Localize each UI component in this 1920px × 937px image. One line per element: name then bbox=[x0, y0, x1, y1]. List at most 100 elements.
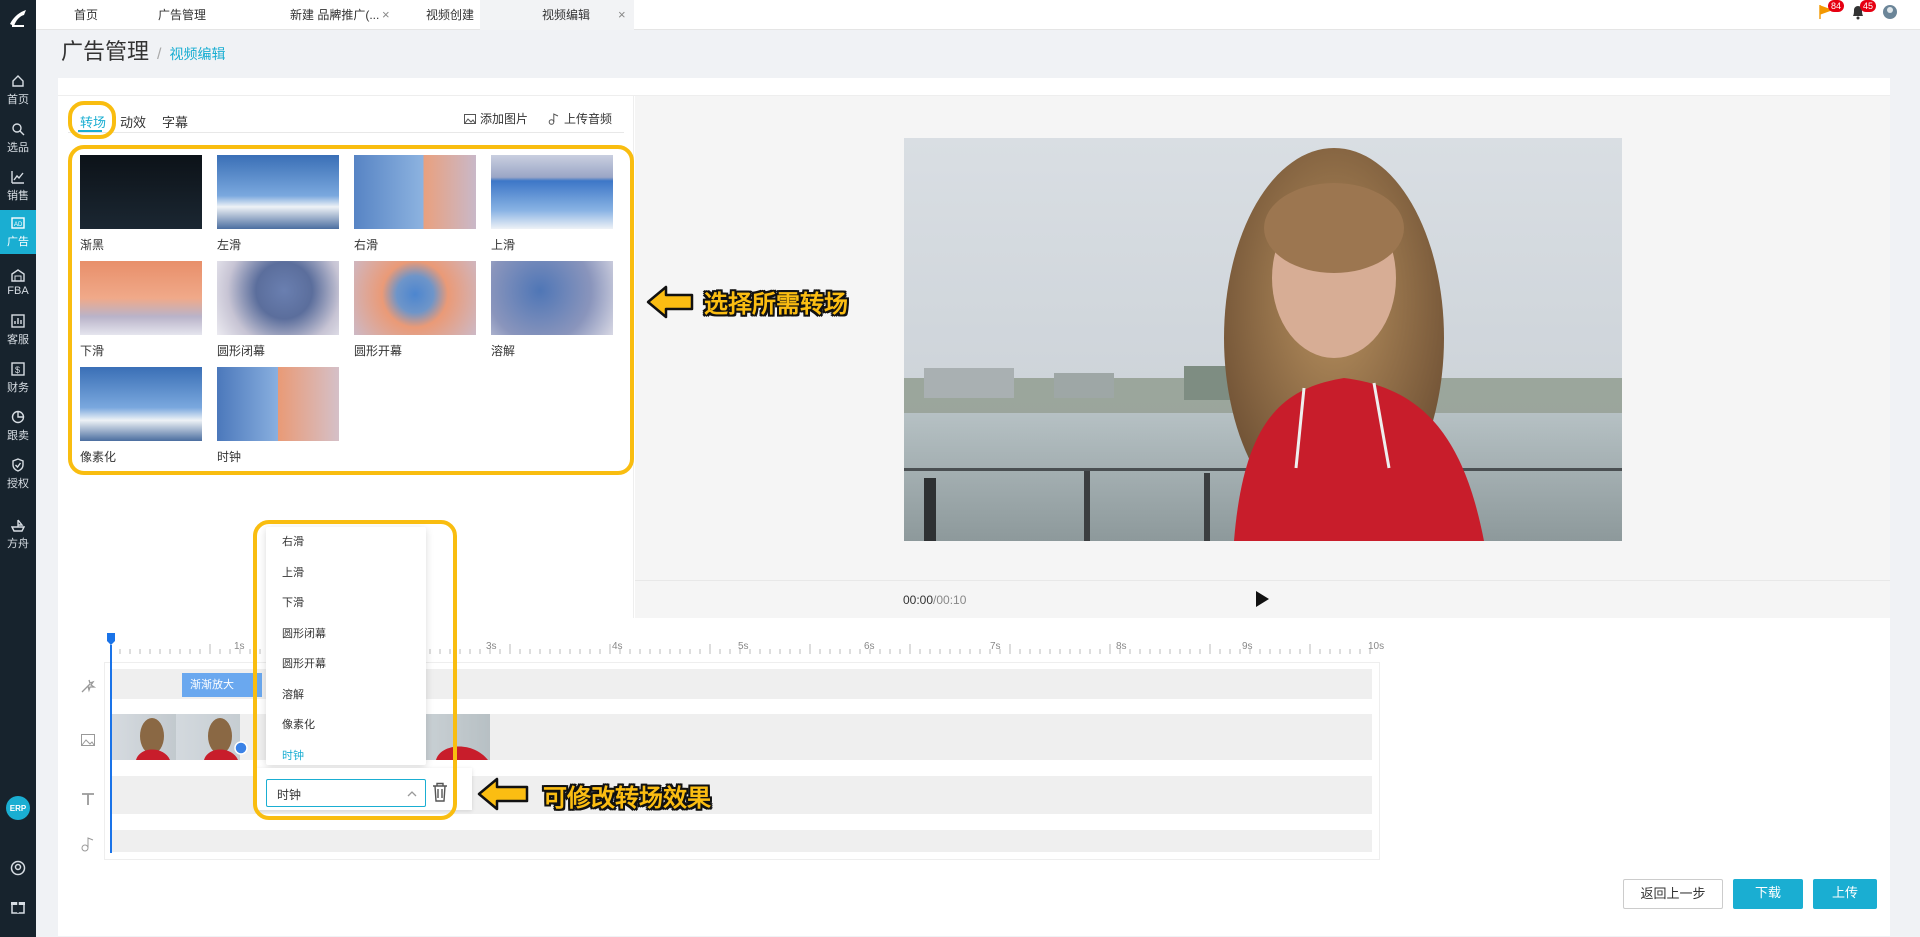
breadcrumb: 广告管理 / 视频编辑 bbox=[61, 34, 225, 66]
transition-marker-icon[interactable] bbox=[234, 741, 248, 755]
sidebar-item-label: 授权 bbox=[7, 477, 29, 490]
pie-icon bbox=[11, 410, 25, 423]
sidebar-item-selection[interactable]: 选品 bbox=[0, 116, 36, 160]
tab-video-edit[interactable]: 视频编辑 × bbox=[480, 0, 634, 30]
chart-icon bbox=[11, 170, 24, 184]
stats-icon bbox=[11, 313, 25, 328]
add-image-label: 添加图片 bbox=[480, 112, 529, 126]
erp-badge[interactable]: ERP bbox=[6, 796, 30, 820]
highlight-dropdown bbox=[253, 520, 457, 820]
image-icon bbox=[464, 113, 476, 124]
sidebar-item-label: 财务 bbox=[7, 381, 29, 394]
upload-audio-label: 上传音频 bbox=[564, 112, 613, 126]
play-icon[interactable] bbox=[1254, 590, 1270, 608]
search-icon bbox=[12, 122, 25, 135]
shield-icon bbox=[12, 457, 24, 472]
highlight-transitions bbox=[68, 145, 634, 475]
tab-label: 视频创建 bbox=[426, 8, 475, 22]
close-icon[interactable]: × bbox=[618, 0, 626, 30]
ruler-tick-label: 6s bbox=[864, 641, 875, 652]
sidebar-item-follow[interactable]: 跟卖 bbox=[0, 404, 36, 448]
account-icon[interactable] bbox=[10, 860, 26, 876]
music-icon bbox=[548, 112, 559, 125]
add-image-button[interactable]: 添加图片 bbox=[464, 110, 528, 127]
svg-text:AD: AD bbox=[14, 222, 23, 228]
sidebar-item-label: 跟卖 bbox=[7, 429, 29, 442]
sidebar-item-label: 方舟 bbox=[7, 537, 29, 550]
svg-text:$: $ bbox=[15, 365, 20, 375]
video-frame-image bbox=[904, 138, 1622, 541]
effect-clip[interactable]: 渐渐放大 bbox=[182, 673, 262, 697]
audio-track-icon bbox=[81, 837, 94, 852]
current-time: 00:00 bbox=[903, 593, 934, 607]
ruler-tick-label: 7s bbox=[990, 641, 1001, 652]
clip-thumbnail bbox=[204, 718, 238, 760]
sidebar-item-finance[interactable]: $ 财务 bbox=[0, 356, 36, 400]
sidebar: 首页 选品 销售 AD 广告 FBA 客服 $ 财务 跟卖 授权 方舟 ERP bbox=[0, 0, 36, 937]
ruler-tick-label: 1s bbox=[234, 641, 245, 652]
download-button[interactable]: 下载 bbox=[1733, 879, 1803, 909]
back-button[interactable]: 返回上一步 bbox=[1623, 879, 1723, 909]
total-time: /00:10 bbox=[933, 593, 967, 607]
warehouse-icon bbox=[11, 268, 25, 282]
gift-icon[interactable] bbox=[10, 898, 26, 914]
sidebar-item-label: 选品 bbox=[7, 141, 29, 154]
effect-clip-label: 渐渐放大 bbox=[190, 679, 234, 691]
sidebar-item-ads[interactable]: AD 广告 bbox=[0, 210, 36, 254]
sidebar-item-label: 首页 bbox=[7, 93, 29, 106]
image-clip[interactable] bbox=[176, 714, 240, 760]
flag-notification[interactable]: 84 bbox=[1818, 0, 1845, 22]
sidebar-item-home[interactable]: 首页 bbox=[0, 68, 36, 112]
app-logo[interactable] bbox=[4, 4, 32, 32]
image-clip[interactable] bbox=[112, 714, 176, 760]
sidebar-item-label: 广告 bbox=[7, 235, 29, 248]
clip-thumbnail bbox=[136, 718, 170, 760]
ruler-tick-label: 4s bbox=[612, 641, 623, 652]
ad-icon: AD bbox=[11, 216, 25, 229]
tab-divider bbox=[68, 132, 624, 133]
bell-notification[interactable]: 45 bbox=[1850, 0, 1877, 22]
tab-home[interactable]: 首页 bbox=[36, 0, 136, 30]
upload-audio-button[interactable]: 上传音频 bbox=[548, 110, 612, 127]
ruler-tick-label: 10s bbox=[1368, 641, 1385, 652]
tab-new-brand-promotion[interactable]: 新建 品牌推广(... × bbox=[254, 0, 394, 30]
home-icon bbox=[12, 74, 24, 87]
audio-track[interactable] bbox=[112, 830, 1372, 852]
tab-animations[interactable]: 动效 bbox=[120, 112, 146, 131]
tab-bar: 首页 广告管理 × 新建 品牌推广(... × 视频创建 × 视频编辑 × 84… bbox=[36, 0, 1920, 30]
page-title[interactable]: 广告管理 bbox=[61, 34, 149, 66]
effect-track-icon bbox=[81, 679, 96, 693]
annotation-select-transition: 选择所需转场 bbox=[704, 291, 848, 318]
ruler-tick-label: 5s bbox=[738, 641, 749, 652]
sidebar-item-sales[interactable]: 销售 bbox=[0, 164, 36, 208]
tab-label: 首页 bbox=[74, 8, 99, 22]
sidebar-item-label: FBA bbox=[7, 284, 29, 297]
sidebar-item-label: 客服 bbox=[7, 333, 29, 346]
dollar-icon: $ bbox=[11, 361, 25, 376]
arrow-left-icon bbox=[477, 777, 529, 811]
image-track-icon bbox=[81, 734, 95, 746]
breadcrumb-current: 视频编辑 bbox=[169, 46, 226, 62]
highlight-tab bbox=[68, 101, 116, 139]
text-track-icon bbox=[82, 793, 94, 805]
playhead-icon[interactable] bbox=[107, 633, 115, 645]
tab-label: 广告管理 bbox=[158, 8, 207, 22]
close-icon[interactable]: × bbox=[382, 0, 390, 30]
arrow-left-icon bbox=[646, 285, 694, 319]
ruler-tick-label: 9s bbox=[1242, 641, 1253, 652]
upload-button[interactable]: 上传 bbox=[1813, 879, 1877, 909]
user-avatar[interactable] bbox=[1882, 4, 1900, 22]
tab-subtitles[interactable]: 字幕 bbox=[162, 112, 188, 131]
time-display: 00:00/00:10 bbox=[903, 593, 966, 607]
avatar-icon bbox=[1883, 5, 1897, 19]
sidebar-item-auth[interactable]: 授权 bbox=[0, 452, 36, 496]
notification-badge: 45 bbox=[1860, 0, 1877, 12]
video-preview[interactable] bbox=[904, 138, 1622, 541]
ark-icon bbox=[11, 519, 25, 532]
sidebar-item-service[interactable]: 客服 bbox=[0, 308, 36, 352]
sidebar-item-ark[interactable]: 方舟 bbox=[0, 512, 36, 556]
sidebar-item-fba[interactable]: FBA bbox=[0, 260, 36, 304]
tab-label: 新建 品牌推广(... bbox=[290, 8, 380, 22]
ruler-tick-label: 8s bbox=[1116, 641, 1127, 652]
notification-badge: 84 bbox=[1828, 0, 1845, 12]
